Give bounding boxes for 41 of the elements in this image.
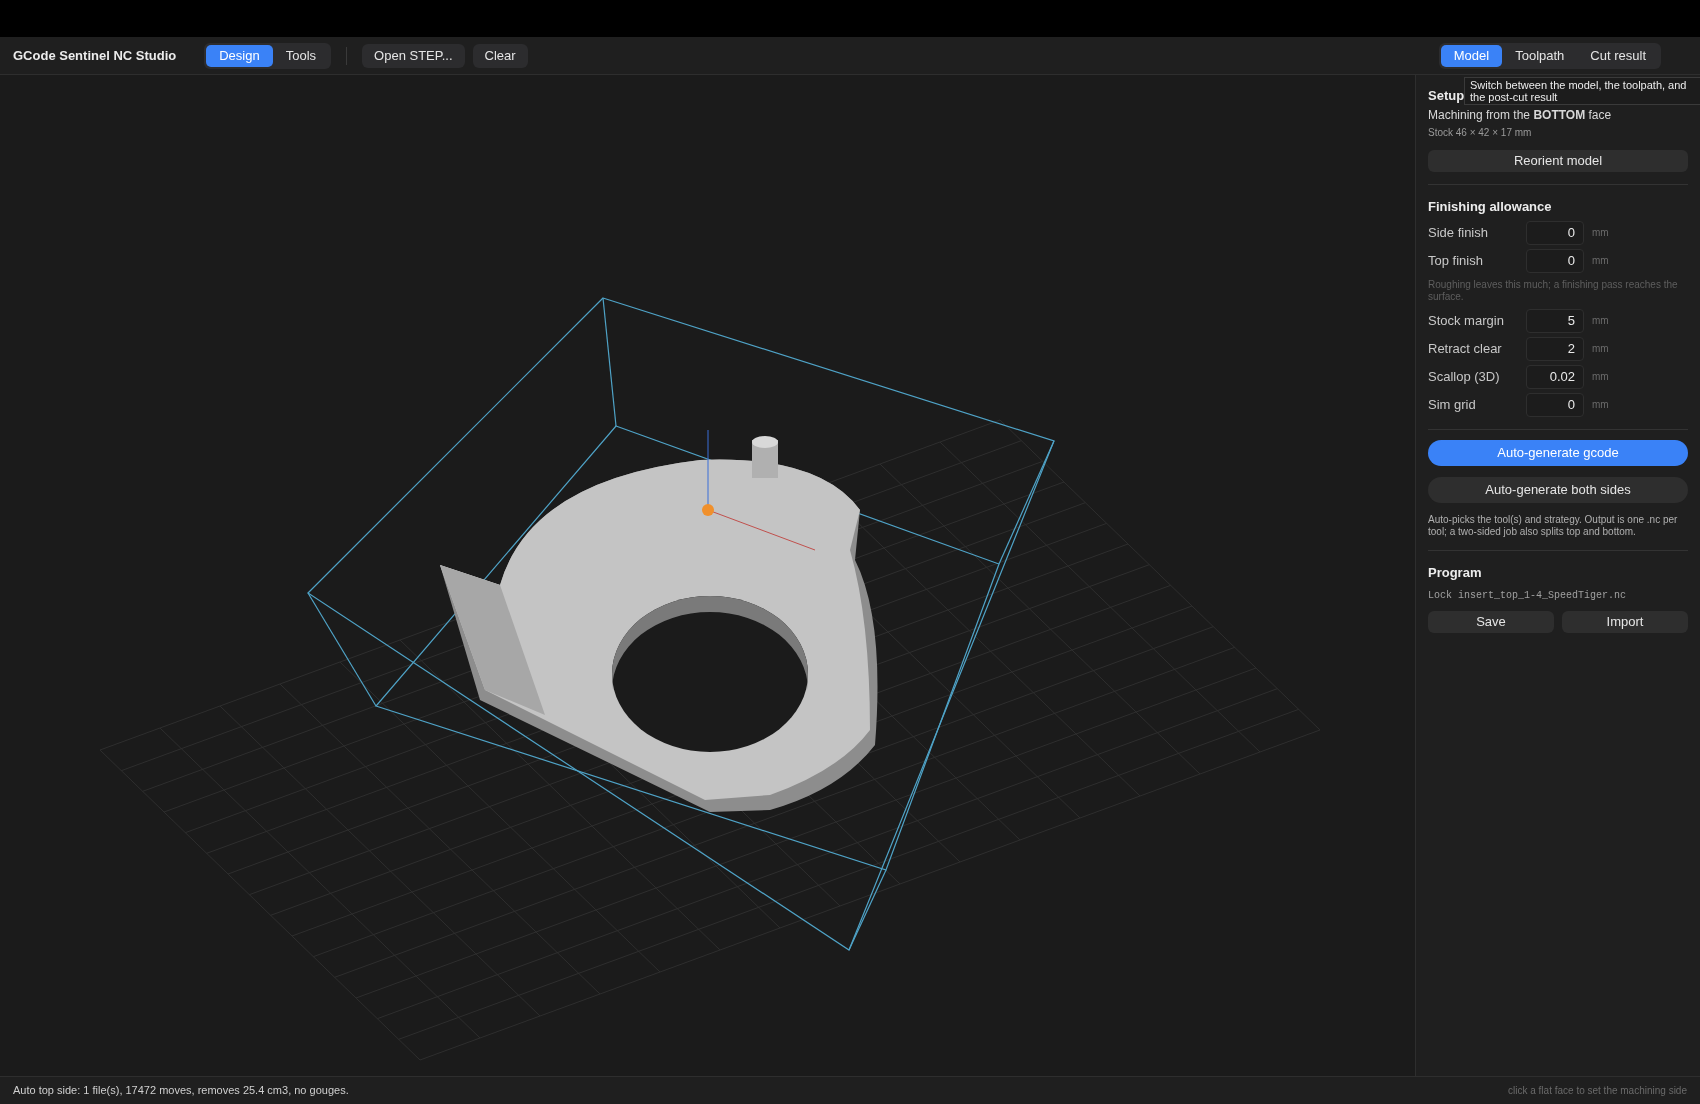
number-field[interactable]: 5: [1526, 308, 1584, 333]
machining-side-text: Machining from the BOTTOM face: [1428, 107, 1613, 123]
tab[interactable]: Toolpath: [1502, 44, 1578, 67]
section-heading: Setup: [1428, 87, 1465, 105]
tab[interactable]: Design: [206, 44, 273, 67]
number-field[interactable]: 0: [1526, 220, 1584, 245]
tooltip: Switch between the model, the toolpath, and the post-cut result: [1464, 77, 1700, 105]
program-button[interactable]: Save: [1428, 611, 1554, 633]
number-field[interactable]: 2: [1526, 336, 1584, 361]
stock-size-text: Stock 46 × 42 × 17 mm: [1428, 126, 1533, 140]
app-title: GCode Sentinel NC Studio: [13, 46, 177, 65]
toolbar-button[interactable]: Clear: [472, 43, 528, 68]
tab[interactable]: Cut result: [1577, 44, 1659, 67]
number-field[interactable]: 0: [1526, 248, 1584, 273]
actions-note: Auto-picks the tool(s) and strategy. Output is one .nc per tool; a two-sided job also splits top and bottom.: [1428, 513, 1679, 538]
unit-label: mm: [1592, 370, 1609, 384]
field-label: Retract clear: [1428, 339, 1503, 358]
section-heading: Finishing allowance: [1428, 198, 1553, 216]
field-label: Stock margin: [1428, 311, 1505, 330]
unit-label: mm: [1592, 342, 1609, 356]
generate-button[interactable]: Auto-generate gcode: [1428, 439, 1688, 466]
field-label: Side finish: [1428, 223, 1489, 242]
field-label: Sim grid: [1428, 395, 1477, 414]
status-message: Auto top side: 1 file(s), 17472 moves, removes 25.4 cm3, no gouges.: [13, 1083, 349, 1099]
section-heading: Program: [1428, 563, 1483, 582]
unit-label: mm: [1592, 398, 1609, 412]
number-field[interactable]: 0: [1526, 392, 1584, 417]
generate-button[interactable]: Auto-generate both sides: [1428, 476, 1688, 503]
unit-label: mm: [1592, 226, 1609, 240]
program-button[interactable]: Import: [1562, 611, 1688, 633]
number-field[interactable]: 0.02: [1526, 364, 1584, 389]
status-hint: click a flat face to set the machining side: [1508, 1084, 1687, 1098]
reorient-button[interactable]: Reorient model: [1428, 150, 1688, 172]
tab[interactable]: Tools: [272, 44, 330, 67]
unit-label: mm: [1592, 254, 1609, 268]
field-label: Scallop (3D): [1428, 367, 1501, 386]
unit-label: mm: [1592, 314, 1609, 328]
field-label: Top finish: [1428, 251, 1484, 270]
tab[interactable]: Model: [1440, 44, 1503, 67]
program-file-text: Lock insert_top_1-4_SpeedTiger.nc: [1428, 589, 1628, 603]
toolbar-button[interactable]: Open STEP...: [362, 43, 465, 68]
